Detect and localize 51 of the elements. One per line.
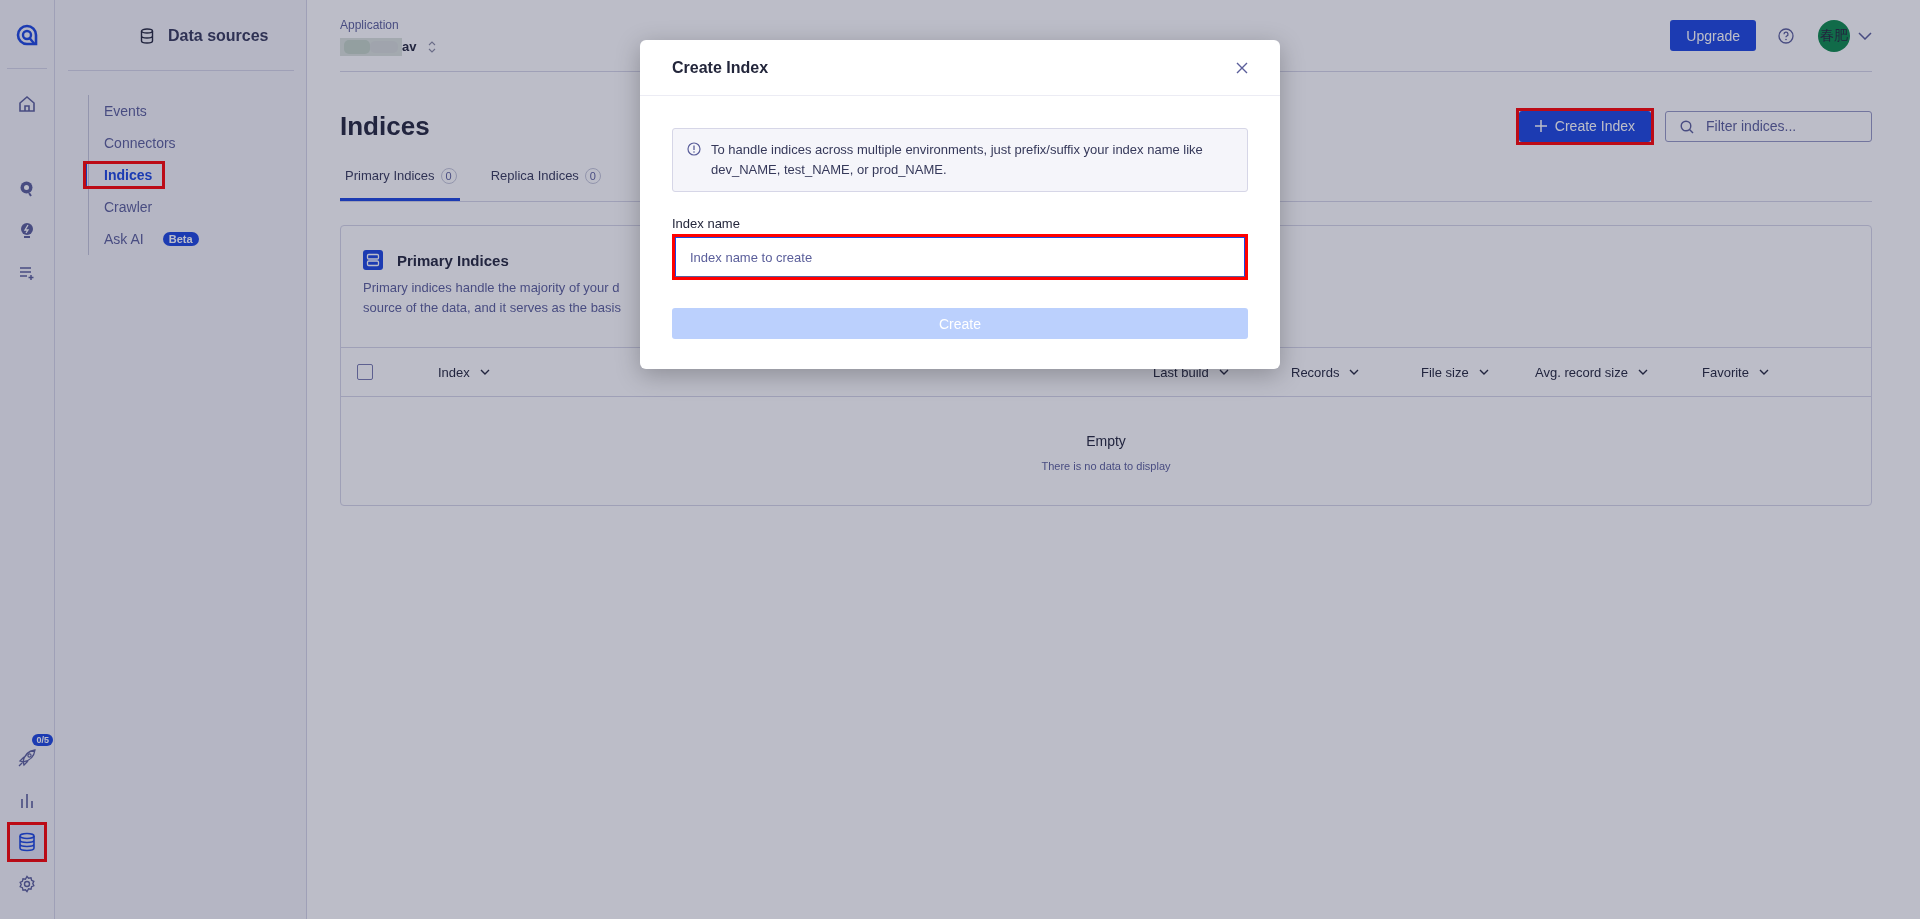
close-icon[interactable] <box>1236 61 1248 74</box>
index-name-field[interactable]: Index name to create <box>675 237 1245 277</box>
help-icon[interactable] <box>1778 27 1794 44</box>
chevron-down-icon <box>1478 369 1489 375</box>
sidebar-item[interactable]: Connectors <box>86 132 186 154</box>
tab[interactable]: Primary Indices 0 <box>340 153 460 201</box>
search-icon <box>19 180 35 198</box>
database-icon <box>140 27 154 44</box>
create-index-button[interactable]: Create Index <box>1518 110 1651 142</box>
sidebar-item[interactable]: Crawler <box>86 196 163 218</box>
sort-arrows-icon[interactable] <box>428 39 437 54</box>
rocket-icon <box>17 748 37 768</box>
card-description: Primary indices handle the majority of your d source of the data, and it serves as the basis <box>363 279 621 317</box>
field-label: Index name <box>672 216 741 231</box>
dialog-title: Create Index <box>672 58 769 77</box>
chevron-down-icon <box>1349 369 1360 375</box>
column-header[interactable]: Favorite <box>1702 364 1871 380</box>
empty-message: There is no data to display <box>1041 460 1171 472</box>
tab[interactable]: Replica Indices 0 <box>485 153 604 201</box>
empty-title: Empty <box>1086 433 1126 449</box>
beta-badge: Beta <box>162 232 199 246</box>
chevron-down-icon <box>1637 369 1648 375</box>
sidebar-item[interactable]: Events <box>86 100 157 122</box>
chevron-down-icon[interactable] <box>1858 31 1872 40</box>
chevron-down-icon <box>479 369 490 375</box>
info-message: To handle indices across multiple environments, just prefix/suffix your index name like dev_NAME, test_NAME, or prod_NAME. <box>711 141 1204 179</box>
page-title: Indices <box>340 110 430 142</box>
server-icon <box>363 250 383 270</box>
column-header[interactable]: Avg. record size <box>1535 364 1702 380</box>
filter-field[interactable]: Filter indices... <box>1665 110 1872 142</box>
settings-icon <box>18 875 36 893</box>
lightbulb-icon <box>19 222 35 240</box>
column-header[interactable]: Records <box>1291 364 1421 380</box>
upgrade-button[interactable]: Upgrade <box>1670 20 1756 51</box>
select-all-checkbox[interactable] <box>357 364 373 380</box>
progress-badge: 0/5 <box>32 734 53 746</box>
sidebar-item[interactable]: Indices <box>86 164 163 186</box>
column-header[interactable]: File size <box>1421 364 1535 380</box>
database-icon <box>18 832 36 852</box>
sidebar-title: Data sources <box>168 26 269 45</box>
plus-icon <box>1534 120 1547 132</box>
info-icon <box>687 142 701 156</box>
card-title: Primary Indices <box>397 251 509 269</box>
application-label: Application <box>340 17 400 32</box>
home-icon <box>18 95 36 113</box>
application-name[interactable]: av <box>402 39 417 54</box>
logo-icon[interactable] <box>16 24 38 48</box>
chevron-down-icon <box>1758 369 1769 375</box>
sidebar-item[interactable]: Ask AI <box>86 228 154 250</box>
list-add-icon <box>19 266 35 280</box>
bar-chart-icon <box>19 792 35 808</box>
